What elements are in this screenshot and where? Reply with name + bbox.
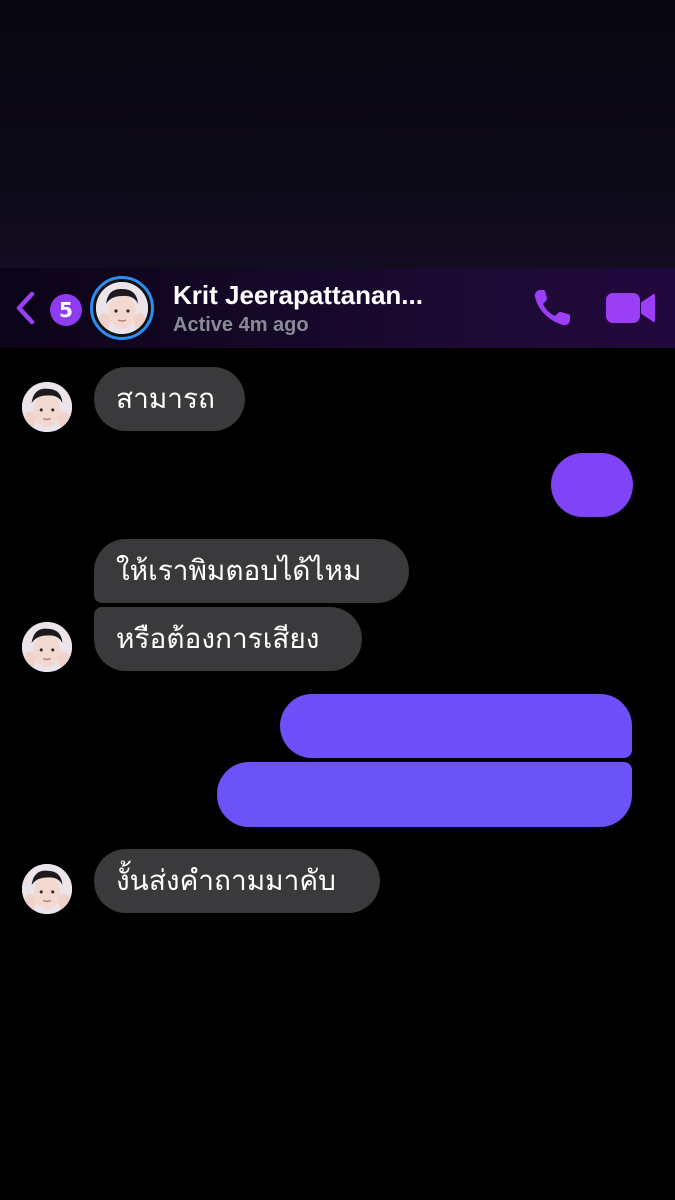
chevron-left-icon bbox=[16, 291, 35, 325]
outgoing-message[interactable] bbox=[551, 453, 633, 517]
video-call-button[interactable] bbox=[604, 288, 658, 328]
incoming-message[interactable]: หรือต้องการเสียง bbox=[94, 607, 362, 671]
unread-count-badge: 5 bbox=[50, 294, 82, 326]
call-button[interactable] bbox=[530, 286, 576, 330]
status-area bbox=[0, 0, 675, 268]
active-status: Active 4m ago bbox=[173, 314, 309, 336]
incoming-message[interactable]: งั้นส่งคำถามมาคับ bbox=[94, 849, 380, 913]
sender-avatar[interactable] bbox=[22, 382, 72, 432]
avatar-photo bbox=[22, 622, 72, 672]
contact-name[interactable]: Krit Jeerapattanan... bbox=[173, 280, 513, 311]
sender-avatar[interactable] bbox=[22, 622, 72, 672]
avatar-photo bbox=[96, 282, 148, 334]
video-camera-icon bbox=[606, 293, 655, 323]
outgoing-message[interactable] bbox=[280, 694, 632, 758]
chat-screen: 5 Krit Jeerapattanan... Active 4m ago สา… bbox=[0, 0, 675, 1200]
incoming-message[interactable]: ให้เราพิมตอบได้ไหม bbox=[94, 539, 409, 603]
chat-header: 5 Krit Jeerapattanan... Active 4m ago bbox=[0, 268, 675, 348]
outgoing-message[interactable] bbox=[217, 762, 632, 827]
avatar-photo bbox=[22, 382, 72, 432]
incoming-message[interactable]: สามารถ bbox=[94, 367, 245, 431]
sender-avatar[interactable] bbox=[22, 864, 72, 914]
back-button[interactable]: 5 bbox=[12, 286, 82, 330]
contact-avatar[interactable] bbox=[90, 276, 154, 340]
avatar-photo bbox=[22, 864, 72, 914]
phone-icon bbox=[534, 290, 570, 326]
